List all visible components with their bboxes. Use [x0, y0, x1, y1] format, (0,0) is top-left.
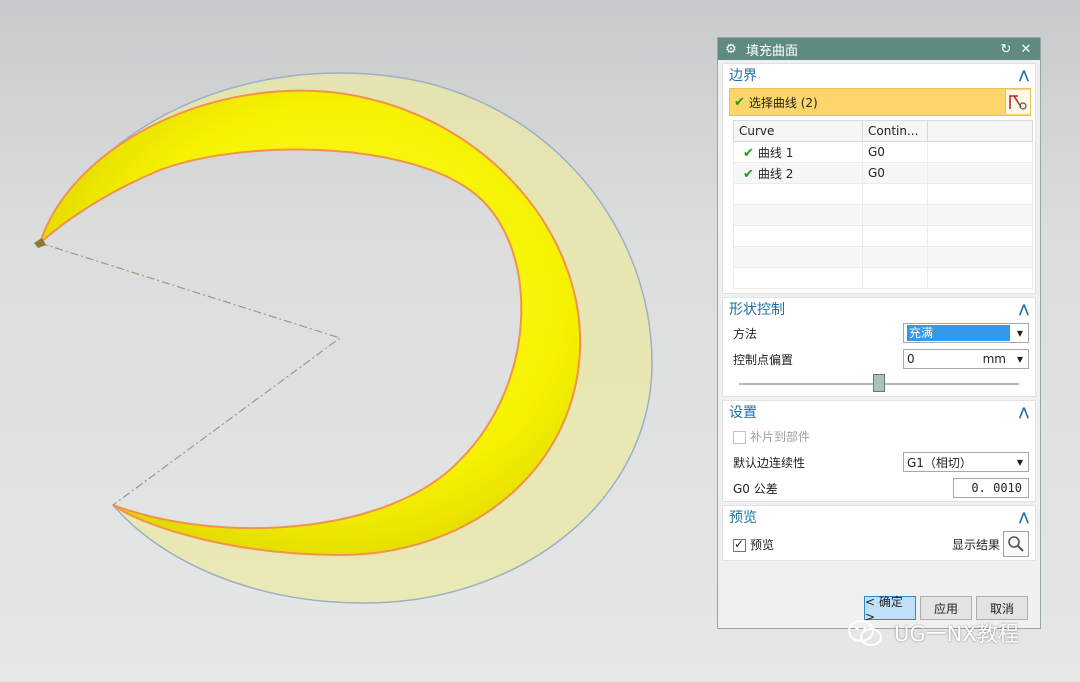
boundary-section: 边界 ⋀ ✔ 选择曲线 (2) Curve Contin... ✔ 曲线 1 G…: [722, 63, 1036, 294]
method-value: 充满: [907, 325, 1010, 341]
preview-checkbox[interactable]: [733, 537, 746, 552]
method-dropdown[interactable]: 充满 ▼: [903, 323, 1029, 343]
table-row-empty: [733, 225, 1033, 247]
shape-section-title: 形状控制: [729, 302, 785, 318]
settings-section-header[interactable]: 设置 ⋀: [723, 401, 1035, 423]
wechat-icon: [848, 620, 882, 646]
settings-section-title: 设置: [729, 405, 757, 421]
curve-continuity[interactable]: G0: [862, 141, 928, 163]
collapse-icon[interactable]: ⋀: [1019, 405, 1029, 419]
continuity-column-header[interactable]: Contin...: [862, 120, 928, 142]
curve-column-header[interactable]: Curve: [733, 120, 863, 142]
preview-section-title: 预览: [729, 510, 757, 526]
shape-section-header[interactable]: 形状控制 ⋀: [723, 298, 1035, 320]
patch-to-part-checkbox[interactable]: [733, 430, 746, 444]
show-result-label: 显示结果: [951, 537, 1000, 552]
select-curve-row[interactable]: ✔ 选择曲线 (2): [729, 88, 1031, 116]
dialog-title: 填充曲面: [746, 43, 799, 59]
curve-name: 曲线 2: [757, 166, 794, 181]
boundary-section-title: 边界: [729, 68, 757, 84]
patch-row: 补片到部件: [723, 423, 1035, 449]
method-label: 方法: [733, 326, 758, 341]
curve-table: Curve Contin... ✔ 曲线 1 G0 ✔ 曲线 2 G0: [733, 120, 1033, 289]
tolerance-row: G0 公差 0. 0010: [723, 475, 1035, 501]
method-row: 方法 充满 ▼: [723, 320, 1035, 346]
dropdown-arrow-icon[interactable]: ▼: [1012, 355, 1028, 364]
close-icon[interactable]: ✕: [1018, 42, 1034, 57]
table-row-empty: [733, 267, 1033, 289]
dialog-buttons: < 确定 > 应用 取消: [864, 595, 1028, 624]
ok-button[interactable]: < 确定 >: [864, 595, 916, 624]
preview-section-header[interactable]: 预览 ⋀: [723, 506, 1035, 528]
table-row-empty: [733, 204, 1033, 226]
gear-icon[interactable]: ⚙: [724, 42, 738, 57]
curve-name: 曲线 1: [757, 145, 794, 160]
cancel-button[interactable]: 取消: [976, 596, 1028, 620]
offset-value[interactable]: 0: [907, 352, 983, 366]
collapse-icon[interactable]: ⋀: [1019, 510, 1029, 524]
curve-selection-icon[interactable]: [1005, 90, 1030, 114]
dialog-titlebar[interactable]: ⚙ 填充曲面 ↻ ✕: [718, 38, 1040, 60]
settings-section: 设置 ⋀ 补片到部件 默认边连续性 G1（相切） ▼ G0 公差 0. 0010: [722, 400, 1036, 502]
table-row-empty: [733, 183, 1033, 205]
reset-icon[interactable]: ↻: [998, 42, 1014, 57]
fill-surface-dialog: ⚙ 填充曲面 ↻ ✕ 边界 ⋀ ✔ 选择曲线 (2) Curve Contin.…: [717, 37, 1041, 629]
tolerance-input[interactable]: 0. 0010: [953, 478, 1029, 498]
offset-label: 控制点偏置: [733, 352, 794, 367]
select-curve-label: 选择曲线 (2): [748, 95, 818, 110]
offset-unit: mm: [982, 352, 1006, 366]
dropdown-arrow-icon[interactable]: ▼: [1012, 458, 1028, 467]
offset-slider[interactable]: [729, 372, 1029, 396]
table-row[interactable]: ✔ 曲线 2 G0: [733, 162, 1033, 184]
magnifier-icon: [1008, 536, 1024, 552]
slider-thumb[interactable]: [873, 374, 885, 392]
offset-row: 控制点偏置 0 mm ▼: [723, 346, 1035, 372]
continuity-value: G1（相切）: [907, 455, 972, 470]
tolerance-label: G0 公差: [733, 481, 778, 496]
shape-control-section: 形状控制 ⋀ 方法 充满 ▼ 控制点偏置 0 mm ▼: [722, 297, 1036, 397]
construction-line: [39, 242, 342, 506]
continuity-label: 默认边连续性: [733, 455, 806, 470]
offset-field[interactable]: 0 mm ▼: [903, 349, 1029, 369]
collapse-icon[interactable]: ⋀: [1019, 68, 1029, 82]
continuity-row: 默认边连续性 G1（相切） ▼: [723, 449, 1035, 475]
apply-button[interactable]: 应用: [920, 596, 972, 620]
dropdown-arrow-icon[interactable]: ▼: [1012, 329, 1028, 338]
check-icon: ✔: [734, 94, 745, 110]
check-icon: ✔: [743, 145, 754, 161]
curve-continuity[interactable]: G0: [862, 162, 928, 184]
preview-label: 预览: [750, 537, 775, 552]
watermark: UG一NX教程: [846, 618, 1019, 648]
empty-column-header: [927, 120, 1033, 142]
preview-section: 预览 ⋀ 预览 显示结果: [722, 505, 1036, 561]
table-row[interactable]: ✔ 曲线 1 G0: [733, 141, 1033, 163]
boundary-section-header[interactable]: 边界 ⋀: [723, 64, 1035, 86]
continuity-dropdown[interactable]: G1（相切） ▼: [903, 452, 1029, 472]
watermark-text: UG一NX教程: [894, 622, 1019, 646]
preview-row: 预览 显示结果: [723, 528, 1035, 560]
collapse-icon[interactable]: ⋀: [1019, 302, 1029, 316]
table-row-empty: [733, 246, 1033, 268]
check-icon: ✔: [743, 166, 754, 182]
patch-to-part-label: 补片到部件: [750, 429, 811, 444]
show-result-button[interactable]: [1003, 531, 1029, 557]
